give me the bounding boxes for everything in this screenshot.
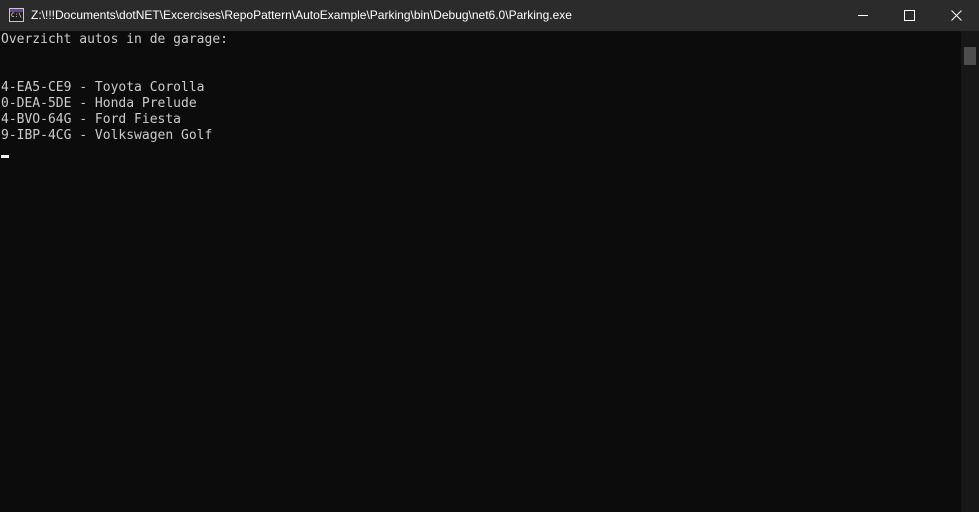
maximize-button[interactable]	[886, 0, 932, 31]
console-output[interactable]: Overzicht autos in de garage: 4-EA5-CE9 …	[0, 31, 961, 512]
minimize-icon	[858, 15, 868, 16]
text-cursor	[1, 155, 9, 158]
scrollbar-thumb[interactable]	[964, 47, 976, 65]
title-bar[interactable]: C:\ Z:\!!!Documents\dotNET\Excercises\Re…	[0, 0, 979, 31]
console-app-icon[interactable]: C:\	[9, 8, 24, 22]
console-heading: Overzicht autos in de garage:	[1, 32, 228, 47]
window-title: Z:\!!!Documents\dotNET\Excercises\RepoPa…	[31, 8, 572, 22]
console-window: C:\ Z:\!!!Documents\dotNET\Excercises\Re…	[0, 0, 979, 512]
icon-prompt-text: C:\	[11, 12, 22, 19]
console-line: 9-IBP-4CG - Volkswagen Golf	[1, 128, 213, 143]
close-icon	[950, 10, 962, 21]
maximize-icon	[903, 10, 915, 21]
close-button[interactable]	[933, 0, 979, 31]
vertical-scrollbar[interactable]	[961, 31, 979, 512]
console-line: 0-DEA-5DE - Honda Prelude	[1, 96, 197, 111]
minimize-button[interactable]	[840, 0, 886, 31]
console-line: 4-EA5-CE9 - Toyota Corolla	[1, 80, 205, 95]
console-line: 4-BVO-64G - Ford Fiesta	[1, 112, 182, 127]
